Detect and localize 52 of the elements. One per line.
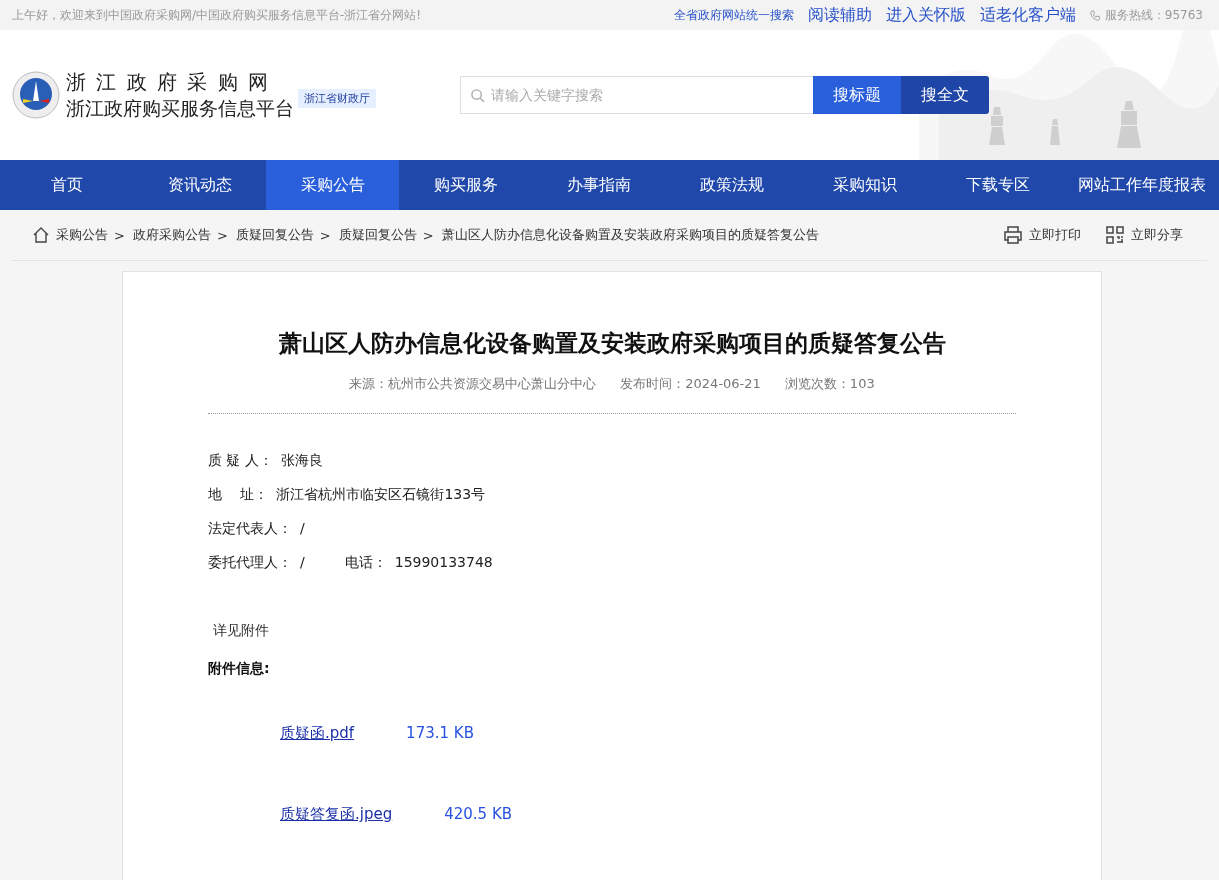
meta-text: 来源：杭州市公共资源交易中心萧山分中心	[349, 375, 597, 393]
department-tag: 浙江省财政厅	[298, 88, 376, 108]
hotline-text: 服务热线：95763	[1104, 6, 1203, 24]
attachments-heading: 附件信息:	[208, 660, 271, 678]
meta-text: 发布时间：2024-06-21	[620, 375, 761, 393]
top-link[interactable]: 适老化客户端	[979, 4, 1076, 26]
site-title: 浙 江 政 府 采 购 网	[66, 68, 272, 96]
nav-tab[interactable]: 采购公告	[266, 160, 399, 210]
breadcrumb-link[interactable]: 采购公告	[56, 226, 108, 244]
breadcrumb-link[interactable]: 质疑回复公告	[235, 226, 314, 244]
action-link[interactable]: 立即分享	[1131, 226, 1183, 244]
breadcrumb-separator: >	[422, 227, 434, 243]
breadcrumb-separator: >	[319, 227, 331, 243]
note-text: 详见附件	[212, 622, 270, 640]
nav-tab[interactable]: 下载专区	[931, 160, 1064, 210]
search-button[interactable]: 搜标题	[813, 76, 901, 114]
nav-tab[interactable]: 采购知识	[798, 160, 931, 210]
nav-tab[interactable]: 购买服务	[399, 160, 532, 210]
nav-tab[interactable]: 首页	[0, 160, 133, 210]
field-text: 法定代表人： /	[208, 520, 305, 538]
breadcrumb-separator: >	[216, 227, 228, 243]
breadcrumb-link[interactable]: 萧山区人防办信息化设备购置及安装政府采购项目的质疑答复公告	[441, 226, 819, 244]
action-link[interactable]: 立即打印	[1029, 226, 1081, 244]
top-link[interactable]: 阅读辅助	[807, 4, 872, 26]
search-field[interactable]: 请输入关键字搜索	[460, 76, 813, 114]
attachment-link[interactable]: 质疑函.pdf	[280, 724, 355, 743]
field-text: 质 疑 人： 张海良	[208, 452, 323, 470]
home-icon	[32, 226, 50, 244]
search-button[interactable]: 搜全文	[901, 76, 989, 114]
emblem-logo	[12, 71, 60, 119]
nav-tab[interactable]: 资讯动态	[133, 160, 266, 210]
field-text: 地 址： 浙江省杭州市临安区石镜街133号	[208, 486, 486, 504]
nav-tab[interactable]: 网站工作年度报表	[1064, 160, 1219, 210]
top-link[interactable]: 全省政府网站统一搜索	[673, 6, 794, 24]
printer-icon	[1003, 225, 1023, 245]
file-size: 173.1 KB	[406, 724, 474, 743]
qr-code-icon	[1105, 225, 1125, 245]
breadcrumb-link[interactable]: 质疑回复公告	[338, 226, 417, 244]
field-text: 委托代理人： /	[208, 554, 305, 572]
attachment-link[interactable]: 质疑答复函.jpeg	[280, 805, 393, 824]
top-link[interactable]: 进入关怀版	[885, 4, 966, 26]
site-subtitle: 浙江政府购买服务信息平台	[66, 95, 294, 121]
phone-icon	[1089, 9, 1101, 21]
breadcrumb-link[interactable]: 政府采购公告	[132, 226, 211, 244]
file-size: 420.5 KB	[444, 805, 513, 824]
breadcrumb-separator: >	[114, 227, 125, 243]
field-text: 电话： 15990133748	[344, 554, 493, 572]
greeting-text: 上午好，欢迎来到中国政府采购网/中国政府购买服务信息平台-浙江省分网站!	[12, 6, 423, 24]
nav-tab[interactable]: 政策法规	[665, 160, 798, 210]
article-title: 萧山区人防办信息化设备购置及安装政府采购项目的质疑答复公告	[277, 329, 947, 358]
nav-tab[interactable]: 办事指南	[532, 160, 665, 210]
meta-text: 浏览次数：103	[784, 375, 875, 393]
